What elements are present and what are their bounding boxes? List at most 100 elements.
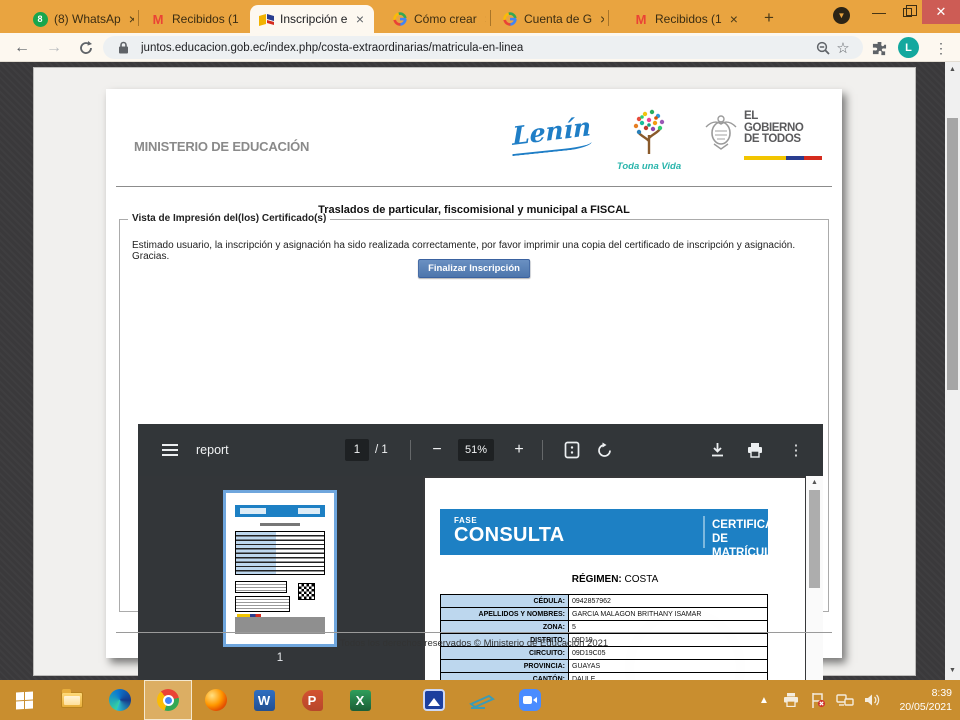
tab-gmail-2[interactable]: M Recibidos (1 × xyxy=(625,5,745,33)
mineduc-icon xyxy=(258,11,274,27)
table-row: APELLIDOS Y NOMBRES:GARCIA MALAGON BRITH… xyxy=(441,608,768,621)
browser-scrollbar[interactable]: ▲ ▼ xyxy=(945,62,960,680)
fieldset-legend: Vista de Impresión del(los) Certificado(… xyxy=(128,213,330,224)
scanner-icon xyxy=(469,691,495,709)
download-icon[interactable] xyxy=(703,424,731,476)
scroll-down-icon[interactable]: ▼ xyxy=(945,663,960,678)
word-icon: W xyxy=(254,690,275,711)
system-tray: ▲ 8:39 20/05/2021 xyxy=(755,686,960,714)
bookmark-star-icon[interactable]: ☆ xyxy=(833,38,853,58)
fit-page-icon[interactable] xyxy=(558,424,586,476)
print-icon[interactable] xyxy=(741,424,769,476)
finalizar-inscripcion-button[interactable]: Finalizar Inscripción xyxy=(418,259,530,278)
toolbar-divider xyxy=(410,440,411,460)
tab-inscripcion-active[interactable]: Inscripción e × xyxy=(250,5,374,33)
ministry-logo-text: MINISTERIO DE EDUCACIÓN xyxy=(134,139,309,154)
scroll-up-icon[interactable]: ▲ xyxy=(945,62,960,77)
tab-label: (8) WhatsAp xyxy=(54,12,121,26)
gmail-icon: M xyxy=(633,11,649,27)
tab-google-2[interactable]: Cuenta de G × xyxy=(494,5,604,33)
speaker-icon[interactable] xyxy=(863,691,881,709)
tray-expand-icon[interactable]: ▲ xyxy=(755,691,773,709)
start-button[interactable] xyxy=(0,680,48,720)
taskbar-file-explorer[interactable] xyxy=(48,680,96,720)
header-divider xyxy=(116,186,832,187)
taskbar-scanner[interactable] xyxy=(458,680,506,720)
tab-label: Cuenta de G xyxy=(524,12,592,26)
flag-stripe xyxy=(744,156,822,160)
restore-button[interactable] xyxy=(894,0,920,24)
ecuador-crest-icon xyxy=(702,111,740,153)
edge-icon xyxy=(109,689,131,711)
pdf-more-icon[interactable]: ⋮ xyxy=(782,424,810,476)
close-icon[interactable]: × xyxy=(483,12,486,26)
tab-whatsapp[interactable]: 8 (8) WhatsAp × xyxy=(24,5,134,33)
file-explorer-icon xyxy=(61,692,83,708)
network-icon[interactable] xyxy=(836,691,854,709)
taskbar-edge[interactable] xyxy=(96,680,144,720)
scroll-up-icon[interactable]: ▲ xyxy=(806,476,823,489)
thumb-textbox xyxy=(235,596,290,612)
whatsapp-icon: 8 xyxy=(32,11,48,27)
taskbar-clock[interactable]: 8:39 20/05/2021 xyxy=(890,686,952,714)
zoom-out-icon[interactable] xyxy=(813,38,833,58)
copyright-text: Todos los derechos reservados © Minister… xyxy=(106,638,842,649)
certificate-fieldset: Vista de Impresión del(los) Certificado(… xyxy=(119,219,829,612)
tab-label: Recibidos (1 xyxy=(172,12,239,26)
pdf-page-total: / 1 xyxy=(375,424,388,476)
back-icon[interactable]: ← xyxy=(10,36,34,60)
taskbar-zoom[interactable] xyxy=(506,680,554,720)
tab-gmail-1[interactable]: M Recibidos (1 × xyxy=(142,5,246,33)
taskbar-chrome-active[interactable] xyxy=(144,680,192,720)
restore-icon xyxy=(903,8,912,17)
close-icon[interactable]: × xyxy=(245,12,246,26)
scrollbar-thumb[interactable] xyxy=(947,118,958,390)
pdf-viewer: report 1 / 1 − 51% + xyxy=(138,424,823,720)
zoom-app-icon xyxy=(519,689,541,711)
taskbar-powerpoint[interactable]: P xyxy=(288,680,336,720)
consulta-label: CONSULTA xyxy=(454,524,565,547)
zoom-in-button[interactable]: + xyxy=(508,424,530,476)
extensions-puzzle-icon[interactable] xyxy=(868,37,890,59)
printer-icon[interactable] xyxy=(782,691,800,709)
browser-toolbar: ← → juntos.educacion.gob.ec/index.php/co… xyxy=(0,33,960,62)
close-icon[interactable]: × xyxy=(354,12,366,26)
table-row: CÉDULA:0942857962 xyxy=(441,595,768,608)
taskbar-excel[interactable]: X xyxy=(336,680,384,720)
forward-icon[interactable]: → xyxy=(42,36,66,60)
rotate-icon[interactable] xyxy=(590,424,618,476)
powerpoint-icon: P xyxy=(302,690,323,711)
toda-una-vida-text: Toda una Vida xyxy=(614,161,684,172)
pdf-menu-icon[interactable] xyxy=(152,424,188,476)
reload-icon[interactable] xyxy=(74,36,98,60)
window-close-button[interactable]: ✕ xyxy=(922,0,960,24)
taskbar-word[interactable]: W xyxy=(240,680,288,720)
close-icon[interactable]: × xyxy=(728,12,740,26)
tab-separator xyxy=(608,10,609,26)
thumbnail-page-number: 1 xyxy=(223,652,337,664)
thumb-banner xyxy=(235,505,325,517)
action-center-flag-icon[interactable] xyxy=(809,691,827,709)
regimen-line: RÉGIMEN: COSTA xyxy=(425,574,805,585)
pdf-page-thumbnail[interactable] xyxy=(223,490,337,647)
address-bar[interactable]: juntos.educacion.gob.ec/index.php/costa-… xyxy=(103,36,863,59)
tab-google-1[interactable]: Cómo crear × xyxy=(384,5,486,33)
minimize-button[interactable]: — xyxy=(866,0,892,24)
zoom-out-button[interactable]: − xyxy=(426,424,448,476)
browser-menu-icon[interactable]: ⋮ xyxy=(930,37,952,59)
taskbar-firefox[interactable] xyxy=(192,680,240,720)
zoom-level-value[interactable]: 51% xyxy=(458,439,494,461)
windows-taskbar: W P X ▲ 8:39 20/05/2021 xyxy=(0,680,960,720)
new-tab-button[interactable]: + xyxy=(758,7,780,29)
scrollbar-thumb[interactable] xyxy=(809,490,820,588)
tab-search-icon[interactable]: ▼ xyxy=(833,7,850,24)
pdf-page-input[interactable]: 1 xyxy=(345,439,369,461)
profile-avatar[interactable]: L xyxy=(898,37,919,58)
tree-icon xyxy=(627,107,671,155)
clock-date: 20/05/2021 xyxy=(890,700,952,714)
chrome-icon xyxy=(157,689,179,711)
gobierno-logo: EL GOBIERNO DE TODOS xyxy=(702,111,827,160)
close-icon[interactable]: × xyxy=(598,12,604,26)
taskbar-camscanner[interactable] xyxy=(410,680,458,720)
close-icon[interactable]: × xyxy=(127,12,134,26)
